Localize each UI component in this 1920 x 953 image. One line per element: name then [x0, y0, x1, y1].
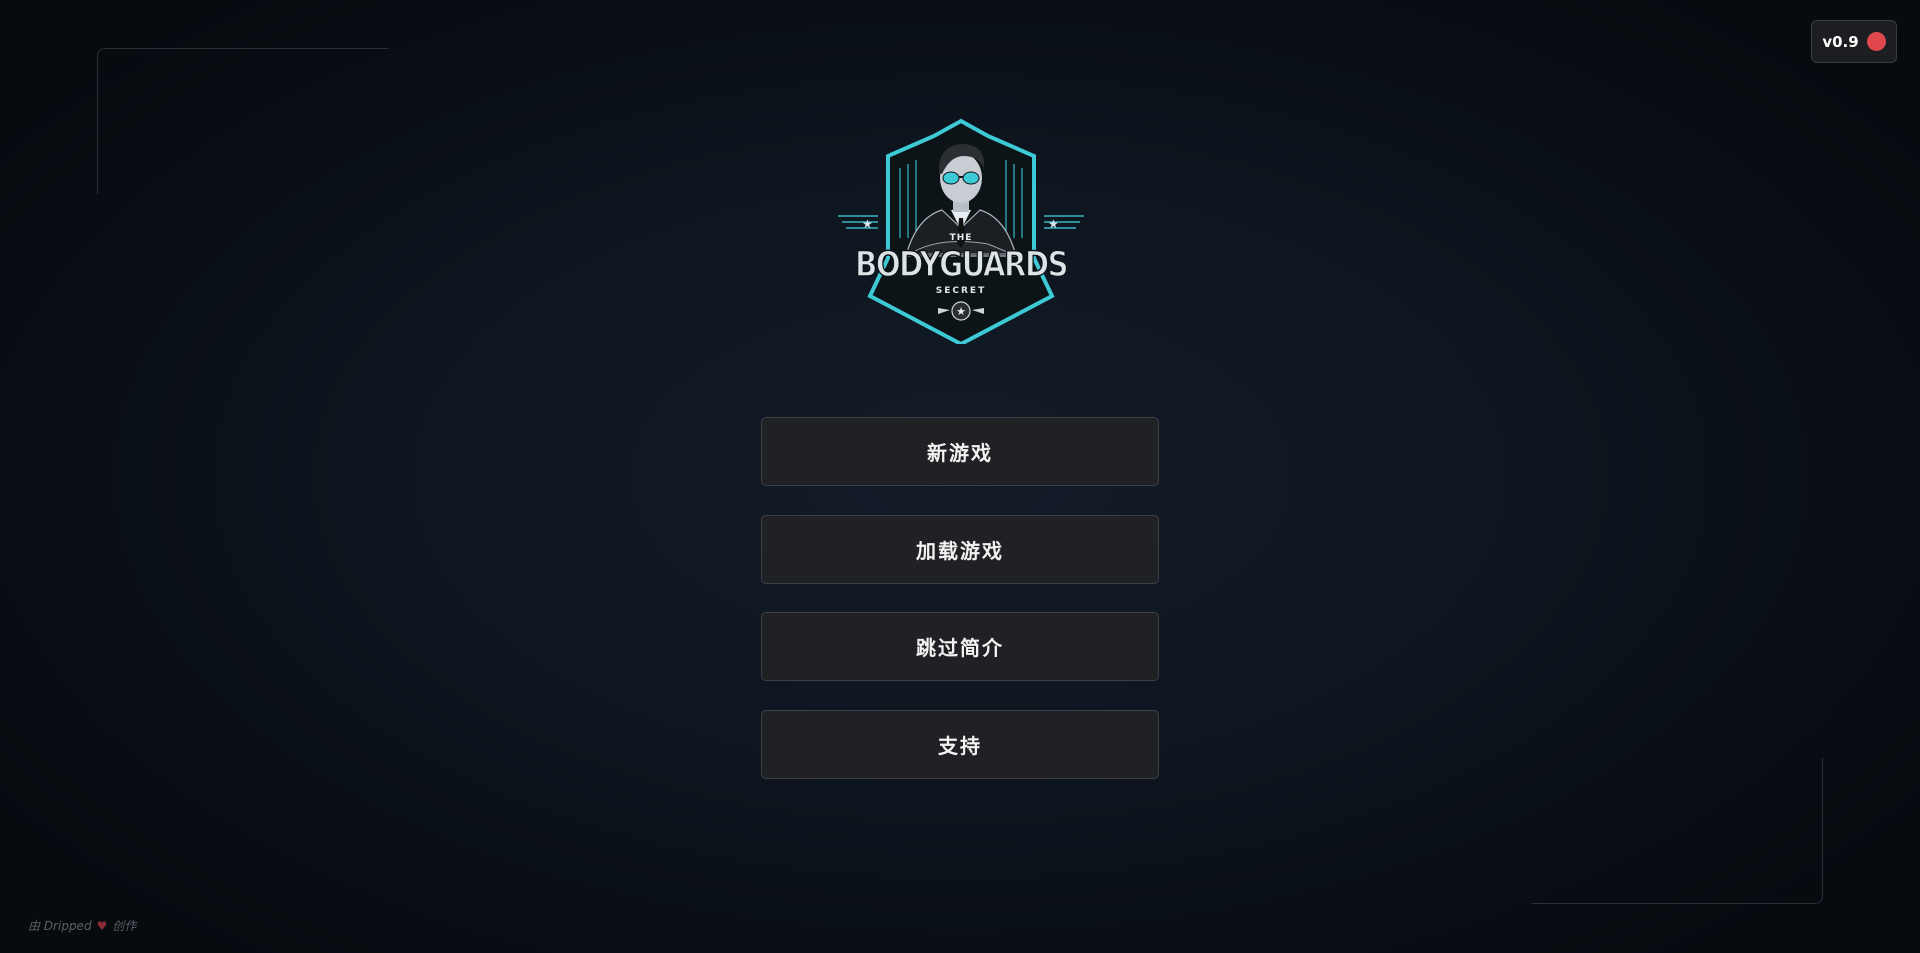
new-game-button[interactable]: 新游戏	[761, 417, 1159, 486]
svg-text:★: ★	[956, 305, 966, 318]
svg-text:THE: THE	[950, 233, 973, 243]
version-badge[interactable]: v0.9	[1811, 20, 1897, 63]
svg-text:★: ★	[1048, 217, 1059, 231]
load-game-button[interactable]: 加载游戏	[761, 514, 1159, 584]
credit-line: 由 Dripped ♥ 创作	[28, 917, 136, 934]
svg-text:SECRET: SECRET	[936, 286, 986, 296]
game-logo: ★ ★ THE BODYGUARDS SECRET ★	[838, 118, 1084, 347]
version-label: v0.9	[1822, 32, 1859, 51]
svg-text:★: ★	[862, 217, 873, 231]
main-menu: 新游戏 加载游戏 跳过简介 支持	[761, 417, 1159, 807]
corner-frame-bottom-right	[1532, 758, 1823, 904]
svg-text:BODYGUARDS: BODYGUARDS	[855, 245, 1067, 285]
credit-suffix: 创作	[112, 919, 137, 933]
heart-icon: ♥	[96, 918, 108, 933]
status-dot-icon	[1866, 32, 1886, 51]
skip-intro-button[interactable]: 跳过简介	[761, 612, 1159, 681]
support-button[interactable]: 支持	[761, 709, 1159, 779]
corner-frame-top-left	[97, 48, 388, 194]
credit-prefix: 由 Dripped	[28, 919, 92, 933]
